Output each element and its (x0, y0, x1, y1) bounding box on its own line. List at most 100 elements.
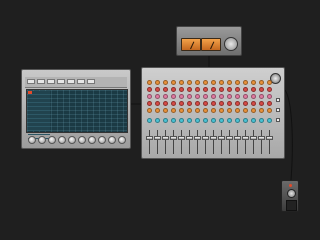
channel-knob-icon[interactable] (267, 94, 272, 99)
channel-knob-icon[interactable] (243, 80, 248, 85)
channel-knob-icon[interactable] (147, 87, 152, 92)
channel-knob-icon[interactable] (259, 108, 264, 113)
sequencer-knob-icon[interactable] (58, 136, 66, 144)
channel-knob-icon[interactable] (211, 80, 216, 85)
channel-knob-icon[interactable] (211, 118, 216, 123)
fader-icon[interactable] (266, 136, 273, 140)
sequencer-screen[interactable] (26, 89, 128, 139)
channel-knob-icon[interactable] (251, 87, 256, 92)
fader-icon[interactable] (210, 136, 217, 140)
channel-knob-icon[interactable] (219, 108, 224, 113)
channel-knob-icon[interactable] (235, 94, 240, 99)
channel-knob-icon[interactable] (195, 87, 200, 92)
channel-knob-icon[interactable] (195, 108, 200, 113)
sequencer-knob-icon[interactable] (48, 136, 56, 144)
channel-knob-icon[interactable] (163, 108, 168, 113)
channel-knob-icon[interactable] (163, 87, 168, 92)
channel-knob-icon[interactable] (243, 118, 248, 123)
channel-knob-icon[interactable] (251, 118, 256, 123)
channel-knob-icon[interactable] (163, 94, 168, 99)
channel-knob-icon[interactable] (267, 87, 272, 92)
channel-knob-icon[interactable] (163, 80, 168, 85)
channel-knob-icon[interactable] (203, 118, 208, 123)
channel-knob-icon[interactable] (147, 101, 152, 106)
channel-knob-icon[interactable] (179, 80, 184, 85)
sequencer-knob-icon[interactable] (118, 136, 126, 144)
sequencer-toolbar-button[interactable] (47, 79, 55, 84)
fader-icon[interactable] (170, 136, 177, 140)
channel-knob-icon[interactable] (187, 118, 192, 123)
pedal-footswitch[interactable] (286, 200, 297, 211)
sequencer-knob-icon[interactable] (108, 136, 116, 144)
channel-knob-icon[interactable] (211, 101, 216, 106)
channel-knob-icon[interactable] (187, 80, 192, 85)
channel-knob-icon[interactable] (195, 101, 200, 106)
fader-icon[interactable] (226, 136, 233, 140)
sequencer-knob-icon[interactable] (78, 136, 86, 144)
channel-knob-icon[interactable] (227, 87, 232, 92)
channel-knob-icon[interactable] (219, 101, 224, 106)
channel-knob-icon[interactable] (259, 101, 264, 106)
channel-knob-icon[interactable] (227, 101, 232, 106)
channel-knob-icon[interactable] (171, 108, 176, 113)
fader-icon[interactable] (218, 136, 225, 140)
channel-knob-icon[interactable] (267, 101, 272, 106)
channel-knob-icon[interactable] (171, 80, 176, 85)
channel-knob-icon[interactable] (235, 101, 240, 106)
channel-knob-icon[interactable] (179, 94, 184, 99)
channel-knob-icon[interactable] (203, 108, 208, 113)
channel-knob-icon[interactable] (171, 101, 176, 106)
channel-knob-icon[interactable] (251, 80, 256, 85)
channel-knob-icon[interactable] (235, 108, 240, 113)
channel-knob-icon[interactable] (235, 80, 240, 85)
channel-knob-icon[interactable] (155, 94, 160, 99)
channel-knob-icon[interactable] (211, 94, 216, 99)
sequencer-knob-icon[interactable] (38, 136, 46, 144)
channel-knob-icon[interactable] (267, 118, 272, 123)
channel-knob-icon[interactable] (179, 101, 184, 106)
channel-knob-icon[interactable] (147, 80, 152, 85)
channel-knob-icon[interactable] (163, 101, 168, 106)
channel-knob-icon[interactable] (179, 118, 184, 123)
channel-knob-icon[interactable] (147, 118, 152, 123)
channel-knob-icon[interactable] (227, 80, 232, 85)
channel-knob-icon[interactable] (187, 101, 192, 106)
fader-icon[interactable] (162, 136, 169, 140)
channel-knob-icon[interactable] (267, 108, 272, 113)
pedal-knob-icon[interactable] (287, 189, 296, 198)
channel-knob-icon[interactable] (203, 94, 208, 99)
channel-knob-icon[interactable] (211, 87, 216, 92)
channel-knob-icon[interactable] (267, 80, 272, 85)
channel-knob-icon[interactable] (187, 87, 192, 92)
fader-icon[interactable] (194, 136, 201, 140)
fader-icon[interactable] (242, 136, 249, 140)
channel-knob-icon[interactable] (251, 94, 256, 99)
channel-knob-icon[interactable] (155, 80, 160, 85)
fader-icon[interactable] (258, 136, 265, 140)
sequencer-toolbar-button[interactable] (37, 79, 45, 84)
channel-knob-icon[interactable] (195, 118, 200, 123)
channel-knob-icon[interactable] (219, 118, 224, 123)
channel-knob-icon[interactable] (155, 118, 160, 123)
channel-knob-icon[interactable] (195, 80, 200, 85)
channel-knob-icon[interactable] (235, 87, 240, 92)
channel-knob-icon[interactable] (203, 80, 208, 85)
channel-knob-icon[interactable] (243, 87, 248, 92)
channel-knob-icon[interactable] (195, 94, 200, 99)
channel-knob-icon[interactable] (203, 101, 208, 106)
channel-knob-icon[interactable] (259, 118, 264, 123)
vu-knob-icon[interactable] (224, 37, 238, 51)
channel-knob-icon[interactable] (243, 94, 248, 99)
channel-knob-icon[interactable] (147, 108, 152, 113)
channel-knob-icon[interactable] (259, 94, 264, 99)
channel-knob-icon[interactable] (187, 94, 192, 99)
channel-knob-icon[interactable] (163, 118, 168, 123)
channel-knob-icon[interactable] (155, 87, 160, 92)
channel-knob-icon[interactable] (227, 118, 232, 123)
channel-knob-icon[interactable] (147, 94, 152, 99)
channel-knob-icon[interactable] (219, 80, 224, 85)
fader-icon[interactable] (186, 136, 193, 140)
channel-knob-icon[interactable] (171, 118, 176, 123)
channel-knob-icon[interactable] (179, 108, 184, 113)
channel-knob-icon[interactable] (227, 108, 232, 113)
